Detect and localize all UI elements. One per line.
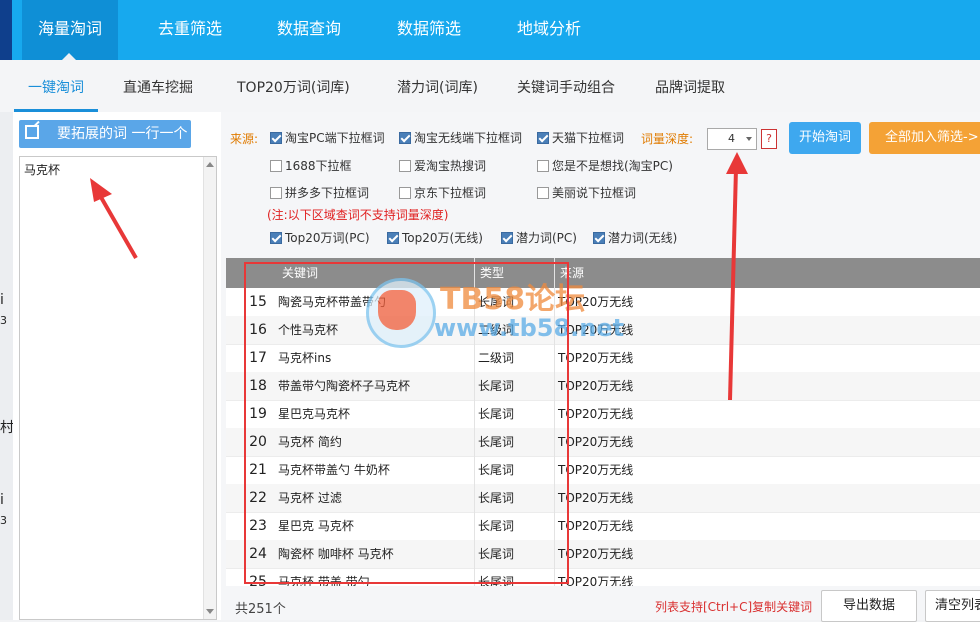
dropdown-arrow-icon (746, 137, 752, 141)
row-source: TOP20万无线 (558, 491, 634, 505)
row-source: TOP20万无线 (558, 435, 634, 449)
checkbox-pinduoduo[interactable]: 拼多多下拉框词 (270, 184, 369, 201)
checkbox-top20w-wireless[interactable]: Top20万(无线) (387, 229, 483, 246)
sub-tabs: 一键淘词 直通车挖掘 TOP20万词(词库) 潜力词(词库) 关键词手动组合 品… (0, 60, 980, 113)
active-caret-icon (62, 53, 76, 60)
scroll-up-icon[interactable] (206, 162, 214, 167)
checkbox-unchecked-icon (270, 160, 282, 172)
row-source: TOP20万无线 (558, 463, 634, 477)
strip-char: 3 (0, 514, 7, 527)
checkbox-label: 京东下拉框词 (414, 186, 487, 200)
row-source: TOP20万无线 (558, 547, 634, 561)
checkbox-tmall[interactable]: 天猫下拉框词 (537, 129, 624, 146)
checkbox-label: 拼多多下拉框词 (285, 186, 370, 200)
checkbox-unchecked-icon (537, 160, 549, 172)
help-icon[interactable]: ? (761, 129, 777, 149)
checkbox-1688[interactable]: 1688下拉框 (270, 157, 352, 174)
external-link-icon (25, 125, 39, 139)
checkbox-potential-pc[interactable]: 潜力词(PC) (501, 229, 577, 246)
checkbox-checked-icon (387, 232, 399, 244)
tab-manual-combine[interactable]: 关键词手动组合 (517, 60, 615, 112)
checkbox-checked-icon (270, 232, 282, 244)
checkbox-label: 潜力词(PC) (516, 231, 577, 245)
depth-label: 词量深度: (641, 132, 694, 146)
topnav-item-mass-keyword[interactable]: 海量淘词 (22, 0, 119, 60)
checkbox-label: 爱淘宝热搜词 (414, 159, 487, 173)
topnav-item-dedupe[interactable]: 去重筛选 (158, 0, 222, 60)
row-source: TOP20万无线 (558, 379, 634, 393)
top-nav: 海量淘词 去重筛选 数据查询 数据筛选 地域分析 (0, 0, 980, 60)
start-button[interactable]: 开始淘词 (789, 122, 861, 154)
expand-keywords-button[interactable]: 要拓展的词 一行一个 (19, 120, 191, 148)
checkbox-jd[interactable]: 京东下拉框词 (399, 184, 486, 201)
topnav-item-data-query[interactable]: 数据查询 (277, 0, 341, 60)
checkbox-taobao-pc[interactable]: 淘宝PC端下拉框词 (270, 129, 385, 146)
window-edge (0, 0, 12, 60)
checkbox-checked-icon (399, 132, 411, 144)
depth-note: (注:以下区域查词不支持词量深度) (267, 208, 449, 222)
checkbox-label: 天猫下拉框词 (552, 131, 625, 145)
checkbox-label: 1688下拉框 (285, 159, 352, 173)
row-source: TOP20万无线 (558, 575, 634, 588)
checkbox-label: 淘宝无线端下拉框词 (414, 131, 523, 145)
checkbox-label: Top20万词(PC) (285, 231, 370, 245)
bottom-bar: 共251个 列表支持[Ctrl+C]复制关键词 导出数据 清空列表 (221, 586, 980, 622)
expand-keywords-label: 要拓展的词 一行一个 (57, 126, 188, 142)
checkbox-checked-icon (537, 132, 549, 144)
scroll-down-icon[interactable] (206, 609, 214, 614)
topnav-item-region-analysis[interactable]: 地域分析 (517, 0, 581, 60)
total-count: 共251个 (235, 602, 286, 617)
tab-brand-extract[interactable]: 品牌词提取 (655, 60, 725, 112)
checkbox-label: 您是不是想找(淘宝PC) (552, 159, 673, 173)
checkbox-unchecked-icon (270, 187, 282, 199)
topnav-item-data-filter[interactable]: 数据筛选 (397, 0, 461, 60)
add-all-to-filter-button[interactable]: 全部加入筛选-> (869, 122, 980, 154)
checkbox-label: 淘宝PC端下拉框词 (285, 131, 385, 145)
tab-potential[interactable]: 潜力词(词库) (397, 60, 478, 112)
strip-char: 3 (0, 314, 7, 327)
export-button[interactable]: 导出数据 (821, 590, 917, 622)
background-window-strip: i 3 村 i 3 (0, 112, 14, 620)
keyword-input-text: 马克杯 (24, 163, 61, 177)
checkbox-checked-icon (270, 132, 282, 144)
row-source: TOP20万无线 (558, 407, 634, 421)
strip-char: i (0, 292, 4, 308)
checkbox-checked-icon (501, 232, 513, 244)
main-panel: 来源: 淘宝PC端下拉框词 淘宝无线端下拉框词 天猫下拉框词 1688下拉框 爱… (221, 112, 980, 622)
tab-through-train[interactable]: 直通车挖掘 (123, 60, 193, 112)
results-table: 关键词 类型 来源 15 陶瓷马克杯带盖带勺 长尾词 TOP20万无线 16 个性马克杯二… (226, 258, 980, 588)
keyword-input-textarea[interactable]: 马克杯 (19, 156, 217, 620)
annotation-red-box (244, 262, 569, 584)
checkbox-label: 潜力词(无线) (608, 231, 678, 245)
depth-value: 4 (728, 132, 735, 145)
checkbox-label: 美丽说下拉框词 (552, 186, 637, 200)
checkbox-ai-taobao[interactable]: 爱淘宝热搜词 (399, 157, 486, 174)
checkbox-top20w-pc[interactable]: Top20万词(PC) (270, 229, 370, 246)
keyword-scrollbar[interactable] (203, 157, 216, 619)
left-panel: 要拓展的词 一行一个 马克杯 (13, 112, 221, 620)
checkbox-unchecked-icon (537, 187, 549, 199)
checkbox-did-you-mean[interactable]: 您是不是想找(淘宝PC) (537, 157, 673, 174)
checkbox-taobao-wireless[interactable]: 淘宝无线端下拉框词 (399, 129, 522, 146)
source-label: 来源: (230, 132, 259, 146)
tab-one-click[interactable]: 一键淘词 (14, 60, 98, 112)
checkbox-unchecked-icon (399, 187, 411, 199)
checkbox-checked-icon (593, 232, 605, 244)
depth-select[interactable]: 4 (707, 128, 757, 150)
strip-char: 村 (0, 420, 14, 436)
clear-list-button[interactable]: 清空列表 (925, 590, 980, 622)
copy-hint: 列表支持[Ctrl+C]复制关键词 (655, 600, 813, 614)
strip-char: i (0, 492, 4, 508)
checkbox-unchecked-icon (399, 160, 411, 172)
checkbox-potential-wireless[interactable]: 潜力词(无线) (593, 229, 677, 246)
row-source: TOP20万无线 (558, 519, 634, 533)
tab-top20w[interactable]: TOP20万词(词库) (237, 60, 350, 112)
checkbox-meilishuo[interactable]: 美丽说下拉框词 (537, 184, 636, 201)
checkbox-label: Top20万(无线) (402, 231, 483, 245)
